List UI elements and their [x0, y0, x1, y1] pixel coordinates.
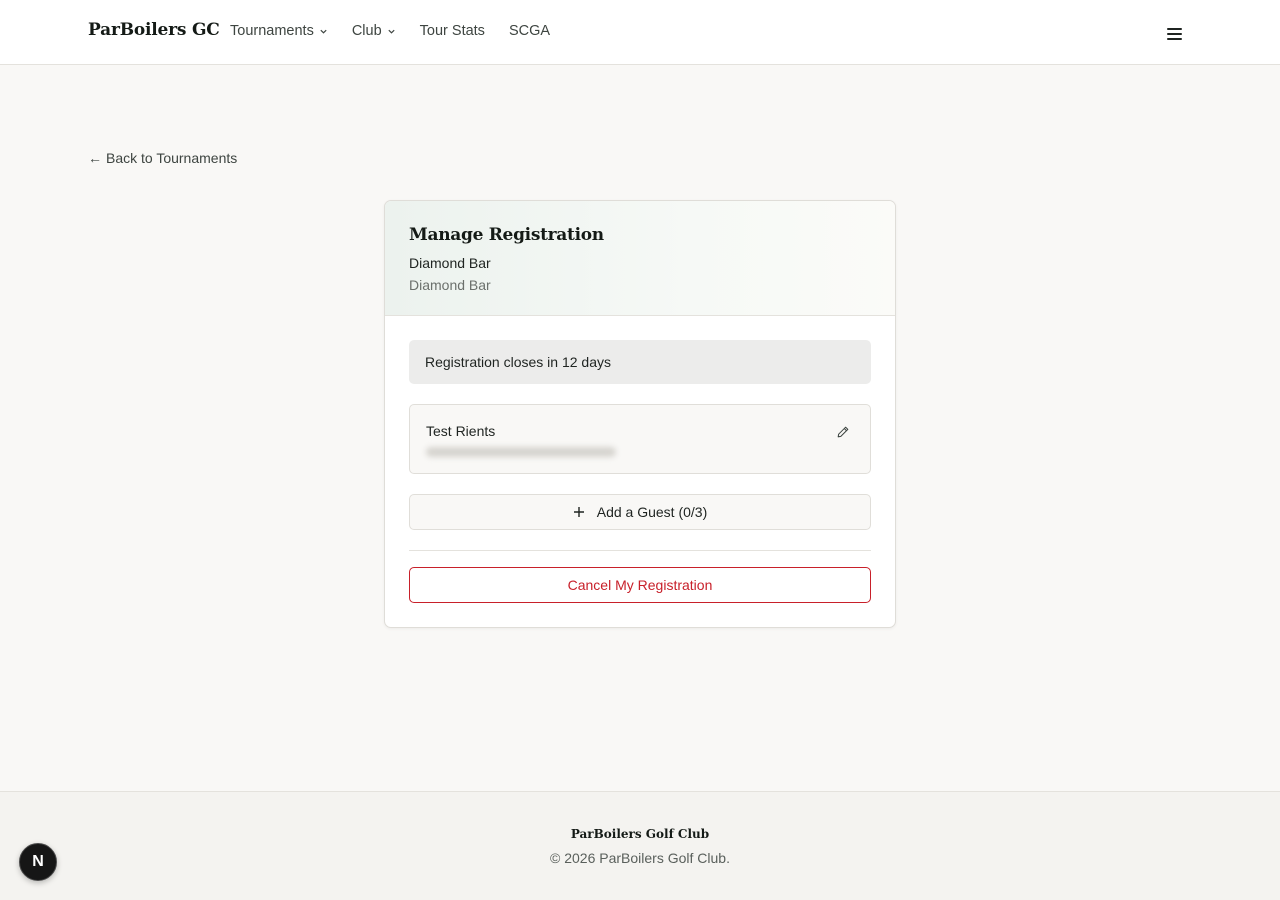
- chevron-down-icon: [320, 29, 327, 34]
- page-title: Manage Registration: [409, 225, 604, 245]
- main-nav: Tournaments Club Tour Stats SCGA: [230, 23, 550, 39]
- arrow-left-icon: ←: [88, 150, 102, 166]
- plus-icon: [573, 507, 584, 517]
- dev-tools-badge[interactable]: N: [19, 843, 57, 881]
- nav-item-club[interactable]: Club: [352, 23, 396, 39]
- registration-status: Registration closes in 12 days: [409, 340, 871, 384]
- card-header: Manage Registration Diamond Bar Diamond …: [385, 201, 895, 316]
- top-navigation-bar: ParBoilers GC Tournaments Club Tour Stat…: [0, 0, 1280, 65]
- player-entry: Test Rients: [409, 404, 871, 474]
- add-guest-button[interactable]: Add a Guest (0/3): [409, 494, 871, 530]
- add-guest-label: Add a Guest (0/3): [596, 504, 708, 520]
- course-location: Diamond Bar: [409, 277, 491, 293]
- nav-item-scga[interactable]: SCGA: [509, 23, 550, 39]
- back-to-tournaments-link[interactable]: ← Back to Tournaments: [88, 150, 237, 166]
- nav-item-label: Club: [351, 23, 382, 39]
- course-name: Diamond Bar: [409, 255, 491, 271]
- brand-logo[interactable]: ParBoilers GC: [88, 20, 220, 40]
- nav-item-tour-stats[interactable]: Tour Stats: [420, 23, 485, 39]
- divider: [409, 550, 871, 551]
- nav-item-tournaments[interactable]: Tournaments: [230, 23, 328, 39]
- footer: ParBoilers Golf Club © 2026 ParBoilers G…: [0, 791, 1280, 900]
- manage-registration-card: Manage Registration Diamond Bar Diamond …: [384, 200, 896, 628]
- footer-copyright: © 2026 ParBoilers Golf Club.: [550, 850, 730, 866]
- hamburger-icon[interactable]: [1167, 28, 1182, 42]
- nav-item-label: SCGA: [508, 23, 551, 39]
- cancel-registration-button[interactable]: Cancel My Registration: [409, 567, 871, 603]
- player-details-blurred: [426, 447, 616, 457]
- footer-title: ParBoilers Golf Club: [570, 827, 710, 841]
- pencil-icon[interactable]: [836, 425, 850, 439]
- card-body: Registration closes in 12 days Test Rien…: [385, 316, 895, 603]
- nav-item-label: Tour Stats: [419, 23, 485, 39]
- player-name: Test Rients: [426, 423, 496, 439]
- chevron-down-icon: [388, 29, 395, 34]
- back-link-label: Back to Tournaments: [106, 150, 238, 166]
- nav-item-label: Tournaments: [230, 23, 314, 39]
